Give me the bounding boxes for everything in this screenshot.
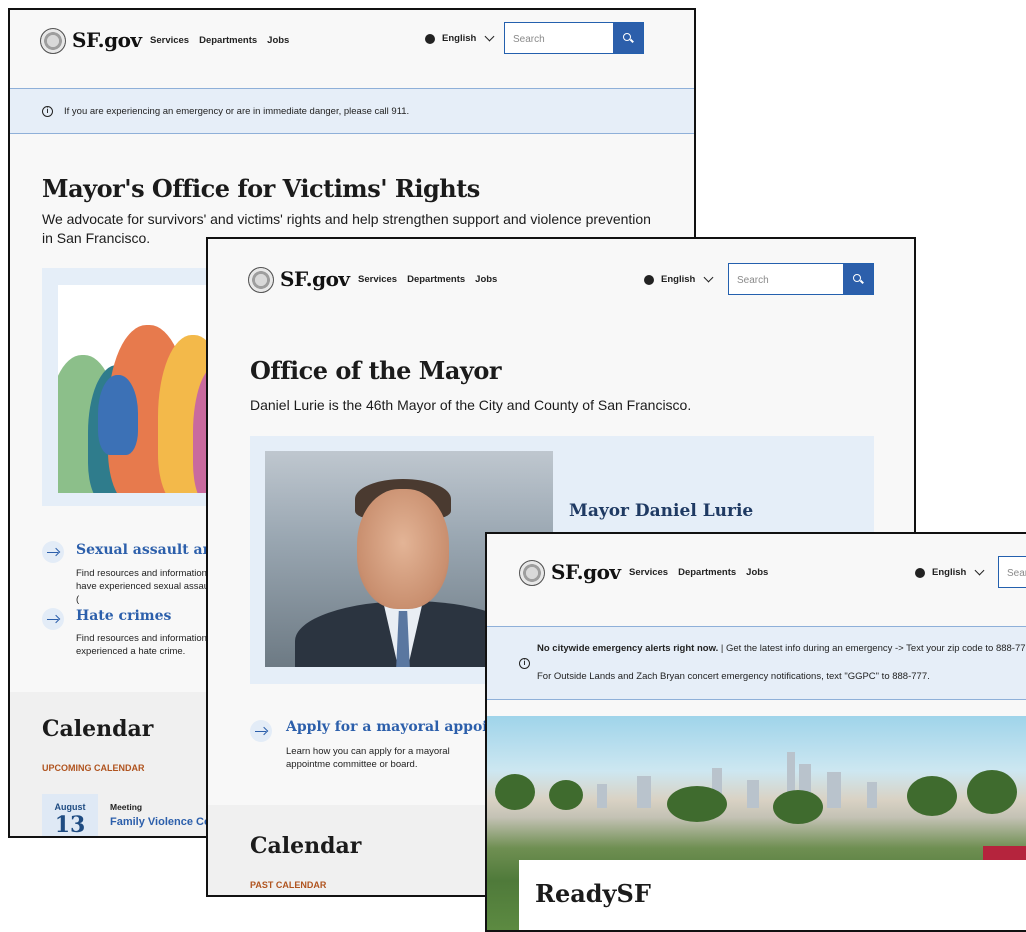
language-selector[interactable]: English [644,272,714,285]
event-day: 13 [54,812,86,838]
arrow-right-icon[interactable] [42,608,64,630]
main-nav: Services Departments Jobs [629,567,778,578]
nav-jobs[interactable]: Jobs [267,35,289,46]
nav-services[interactable]: Services [358,274,397,285]
site-header: SF.gov Services Departments Jobs English S… [487,534,1026,624]
search-input[interactable]: Search [729,264,843,294]
chevron-down-icon [974,565,985,576]
event-date: August 13 [42,794,98,838]
event-type: Meeting [110,802,143,812]
alert-line-1: No citywide emergency alerts right now. … [537,643,1026,654]
chevron-down-icon [484,31,495,42]
link-hate-crimes-desc: Find resources and information a experie… [76,633,215,657]
city-seal-icon [40,28,66,54]
sfgov-logo[interactable]: SF.gov [551,560,621,584]
window-readysf: SF.gov Services Departments Jobs English S… [485,532,1026,932]
search-box: Search [728,263,874,295]
page-title: Office of the Mayor [250,356,501,385]
link-sexual-assault-desc: Find resources and information a have ex… [76,568,215,605]
main-nav: Services Departments Jobs [358,274,507,285]
page-title: Mayor's Office for Victims' Rights [42,174,480,203]
nav-jobs[interactable]: Jobs [475,274,497,285]
readysf-title: ReadySF [535,879,651,908]
main-nav: Services Departments Jobs [150,35,299,46]
search-input[interactable]: Search [505,23,613,53]
nav-services[interactable]: Services [629,567,668,578]
alert-rest: | Get the latest info during an emergenc… [718,643,1026,654]
calendar-title: Calendar [42,716,154,742]
event-title[interactable]: Family Violence Co [110,816,211,828]
language-label: English [442,33,477,44]
site-header: SF.gov Services Departments Jobs English S… [10,10,694,86]
calendar-subtitle[interactable]: UPCOMING CALENDAR [42,763,145,773]
emergency-alert: i If you are experiencing an emergency o… [10,88,694,134]
mayor-name[interactable]: Mayor Daniel Lurie [569,501,753,521]
info-icon: i [519,658,530,669]
event-month: August [54,802,86,812]
calendar-subtitle[interactable]: PAST CALENDAR [250,880,326,890]
nav-departments[interactable]: Departments [199,35,257,46]
nav-departments[interactable]: Departments [678,567,736,578]
alert-text: If you are experiencing an emergency or … [64,106,410,117]
chevron-down-icon [703,272,714,283]
language-label: English [661,274,696,285]
city-seal-icon [248,267,274,293]
link-hate-crimes[interactable]: Hate crimes [76,608,171,624]
globe-icon [644,274,654,285]
search-box: Search [504,22,644,54]
arrow-right-icon[interactable] [42,541,64,563]
search-button[interactable] [843,264,873,294]
alert-bold: No citywide emergency alerts right now. [537,643,719,654]
globe-icon [915,567,925,578]
emergency-alert: i No citywide emergency alerts right now… [487,626,1026,700]
silhouettes-illustration [58,285,218,493]
info-icon: i [42,106,53,117]
page-subtitle: Daniel Lurie is the 46th Mayor of the Ci… [250,397,692,413]
sfgov-logo[interactable]: SF.gov [72,28,142,52]
globe-icon [425,33,435,44]
search-input[interactable]: Sear [999,557,1026,587]
calendar-title: Calendar [250,833,362,859]
search-button[interactable] [613,23,643,53]
arrow-right-icon[interactable] [250,720,272,742]
search-box: Sear [998,556,1026,588]
nav-services[interactable]: Services [150,35,189,46]
language-selector[interactable]: English [915,565,985,578]
site-header: SF.gov Services Departments Jobs English S… [208,239,914,315]
alert-line-2: For Outside Lands and Zach Bryan concert… [537,671,930,682]
nav-departments[interactable]: Departments [407,274,465,285]
city-seal-icon [519,560,545,586]
nav-jobs[interactable]: Jobs [746,567,768,578]
link-mayoral-appointment-desc: Learn how you can apply for a mayoral ap… [286,746,450,770]
sfgov-logo[interactable]: SF.gov [280,267,350,291]
language-selector[interactable]: English [425,31,495,44]
language-label: English [932,567,967,578]
